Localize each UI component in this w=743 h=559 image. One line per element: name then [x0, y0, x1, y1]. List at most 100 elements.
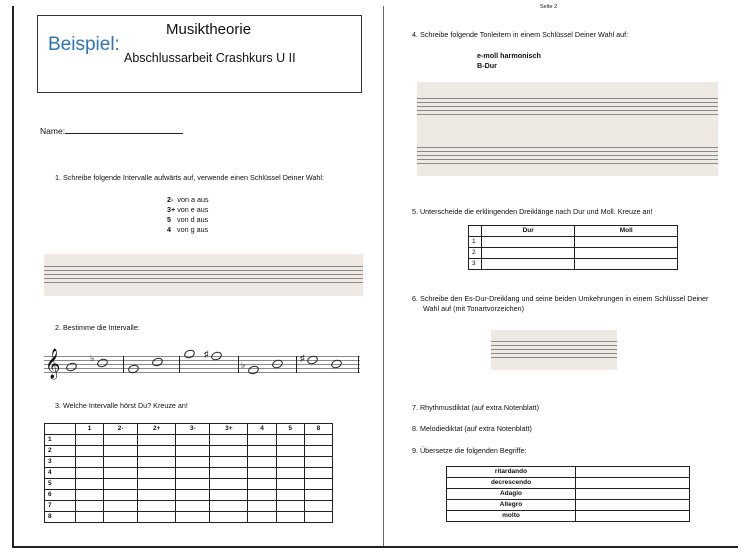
answer-cell[interactable] — [275, 456, 305, 468]
table-header-cell: 2- — [103, 423, 139, 435]
q1-staff[interactable] — [44, 254, 363, 296]
answer-cell[interactable] — [137, 445, 177, 457]
answer-cell[interactable] — [103, 489, 139, 501]
answer-cell[interactable] — [209, 478, 249, 490]
answer-cell[interactable] — [275, 511, 305, 523]
answer-cell[interactable] — [303, 500, 334, 512]
answer-cell[interactable] — [247, 511, 277, 523]
answer-cell[interactable] — [137, 456, 177, 468]
answer-cell[interactable] — [209, 456, 249, 468]
translation-cell[interactable] — [575, 488, 690, 500]
treble-clef-icon: 𝄞 — [45, 348, 61, 378]
answer-cell[interactable] — [175, 434, 211, 446]
answer-cell[interactable] — [209, 500, 249, 512]
answer-cell[interactable] — [247, 445, 277, 457]
answer-cell[interactable] — [275, 478, 305, 490]
answer-cell[interactable] — [103, 467, 139, 479]
answer-cell[interactable] — [275, 500, 305, 512]
translation-cell[interactable] — [575, 499, 690, 511]
answer-cell[interactable] — [303, 456, 334, 468]
answer-cell[interactable] — [137, 434, 177, 446]
answer-cell[interactable] — [303, 445, 334, 457]
answer-cell[interactable] — [209, 434, 249, 446]
answer-cell[interactable] — [209, 511, 249, 523]
answer-cell[interactable] — [247, 478, 277, 490]
answer-cell[interactable] — [175, 445, 211, 457]
answer-cell[interactable] — [137, 500, 177, 512]
answer-cell[interactable] — [275, 467, 305, 479]
answer-cell[interactable] — [303, 511, 334, 523]
table-row: 2 — [44, 445, 334, 457]
answer-cell[interactable] — [74, 434, 105, 446]
answer-cell[interactable] — [175, 478, 211, 490]
q4-staff[interactable] — [417, 82, 718, 176]
answer-cell[interactable] — [137, 467, 177, 479]
answer-cell[interactable] — [74, 467, 105, 479]
answer-cell[interactable] — [247, 467, 277, 479]
answer-cell[interactable] — [137, 478, 177, 490]
table-row: decrescendo — [446, 477, 690, 489]
answer-cell[interactable] — [574, 258, 678, 270]
answer-cell[interactable] — [480, 236, 576, 248]
answer-cell[interactable] — [175, 456, 211, 468]
sharp-icon: ♯ — [204, 349, 209, 359]
beispiel-label: Beispiel: — [48, 34, 120, 55]
name-field[interactable]: Name: — [40, 126, 184, 136]
table-row: 4 — [44, 467, 334, 479]
translation-cell[interactable] — [575, 477, 690, 489]
answer-cell[interactable] — [175, 500, 211, 512]
answer-cell[interactable] — [303, 478, 334, 490]
answer-cell[interactable] — [175, 489, 211, 501]
answer-cell[interactable] — [103, 478, 139, 490]
answer-cell[interactable] — [209, 445, 249, 457]
answer-cell[interactable] — [103, 511, 139, 523]
answer-cell[interactable] — [247, 434, 277, 446]
answer-cell[interactable] — [137, 489, 177, 501]
answer-cell[interactable] — [103, 434, 139, 446]
answer-cell[interactable] — [74, 478, 105, 490]
translation-cell[interactable] — [575, 510, 690, 522]
answer-cell[interactable] — [209, 467, 249, 479]
answer-cell[interactable] — [574, 236, 678, 248]
answer-cell[interactable] — [103, 456, 139, 468]
q6-staff[interactable] — [491, 330, 617, 370]
answer-cell[interactable] — [209, 489, 249, 501]
answer-cell[interactable] — [480, 247, 576, 259]
translation-cell[interactable] — [575, 466, 690, 478]
answer-cell[interactable] — [303, 467, 334, 479]
answer-cell[interactable] — [275, 445, 305, 457]
answer-cell[interactable] — [74, 445, 105, 457]
row-label: 2 — [44, 445, 76, 457]
q6-text-line1: 6. Schreibe den Es-Dur-Dreiklang und sei… — [412, 294, 709, 303]
table-header-cell: 4 — [247, 423, 277, 435]
answer-cell[interactable] — [303, 489, 334, 501]
answer-cell[interactable] — [247, 500, 277, 512]
page-divider — [383, 6, 384, 546]
answer-cell[interactable] — [247, 489, 277, 501]
answer-cell[interactable] — [574, 247, 678, 259]
answer-cell[interactable] — [175, 467, 211, 479]
answer-cell[interactable] — [137, 511, 177, 523]
table-row: 8 — [44, 511, 334, 523]
answer-cell[interactable] — [74, 500, 105, 512]
page-number: Seite 2 — [540, 4, 558, 10]
table-row: Allegro — [446, 499, 690, 511]
answer-cell[interactable] — [303, 434, 334, 446]
q6-text: 6. Schreibe den Es-Dur-Dreiklang und sei… — [412, 294, 708, 314]
answer-cell[interactable] — [275, 489, 305, 501]
answer-cell[interactable] — [480, 258, 576, 270]
answer-cell[interactable] — [275, 434, 305, 446]
answer-cell[interactable] — [247, 456, 277, 468]
answer-cell[interactable] — [103, 500, 139, 512]
row-label: 2 — [468, 247, 482, 259]
q2-text: 2. Bestimme die Intervalle: — [55, 323, 140, 332]
q1-list: 2- von a aus 3+ von e aus 5 von d aus 4 … — [167, 195, 209, 235]
answer-cell[interactable] — [103, 445, 139, 457]
answer-cell[interactable] — [74, 511, 105, 523]
table-row: 5 — [44, 478, 334, 490]
name-line[interactable] — [65, 133, 184, 134]
answer-cell[interactable] — [74, 456, 105, 468]
row-label: 1 — [468, 236, 482, 248]
answer-cell[interactable] — [175, 511, 211, 523]
answer-cell[interactable] — [74, 489, 105, 501]
